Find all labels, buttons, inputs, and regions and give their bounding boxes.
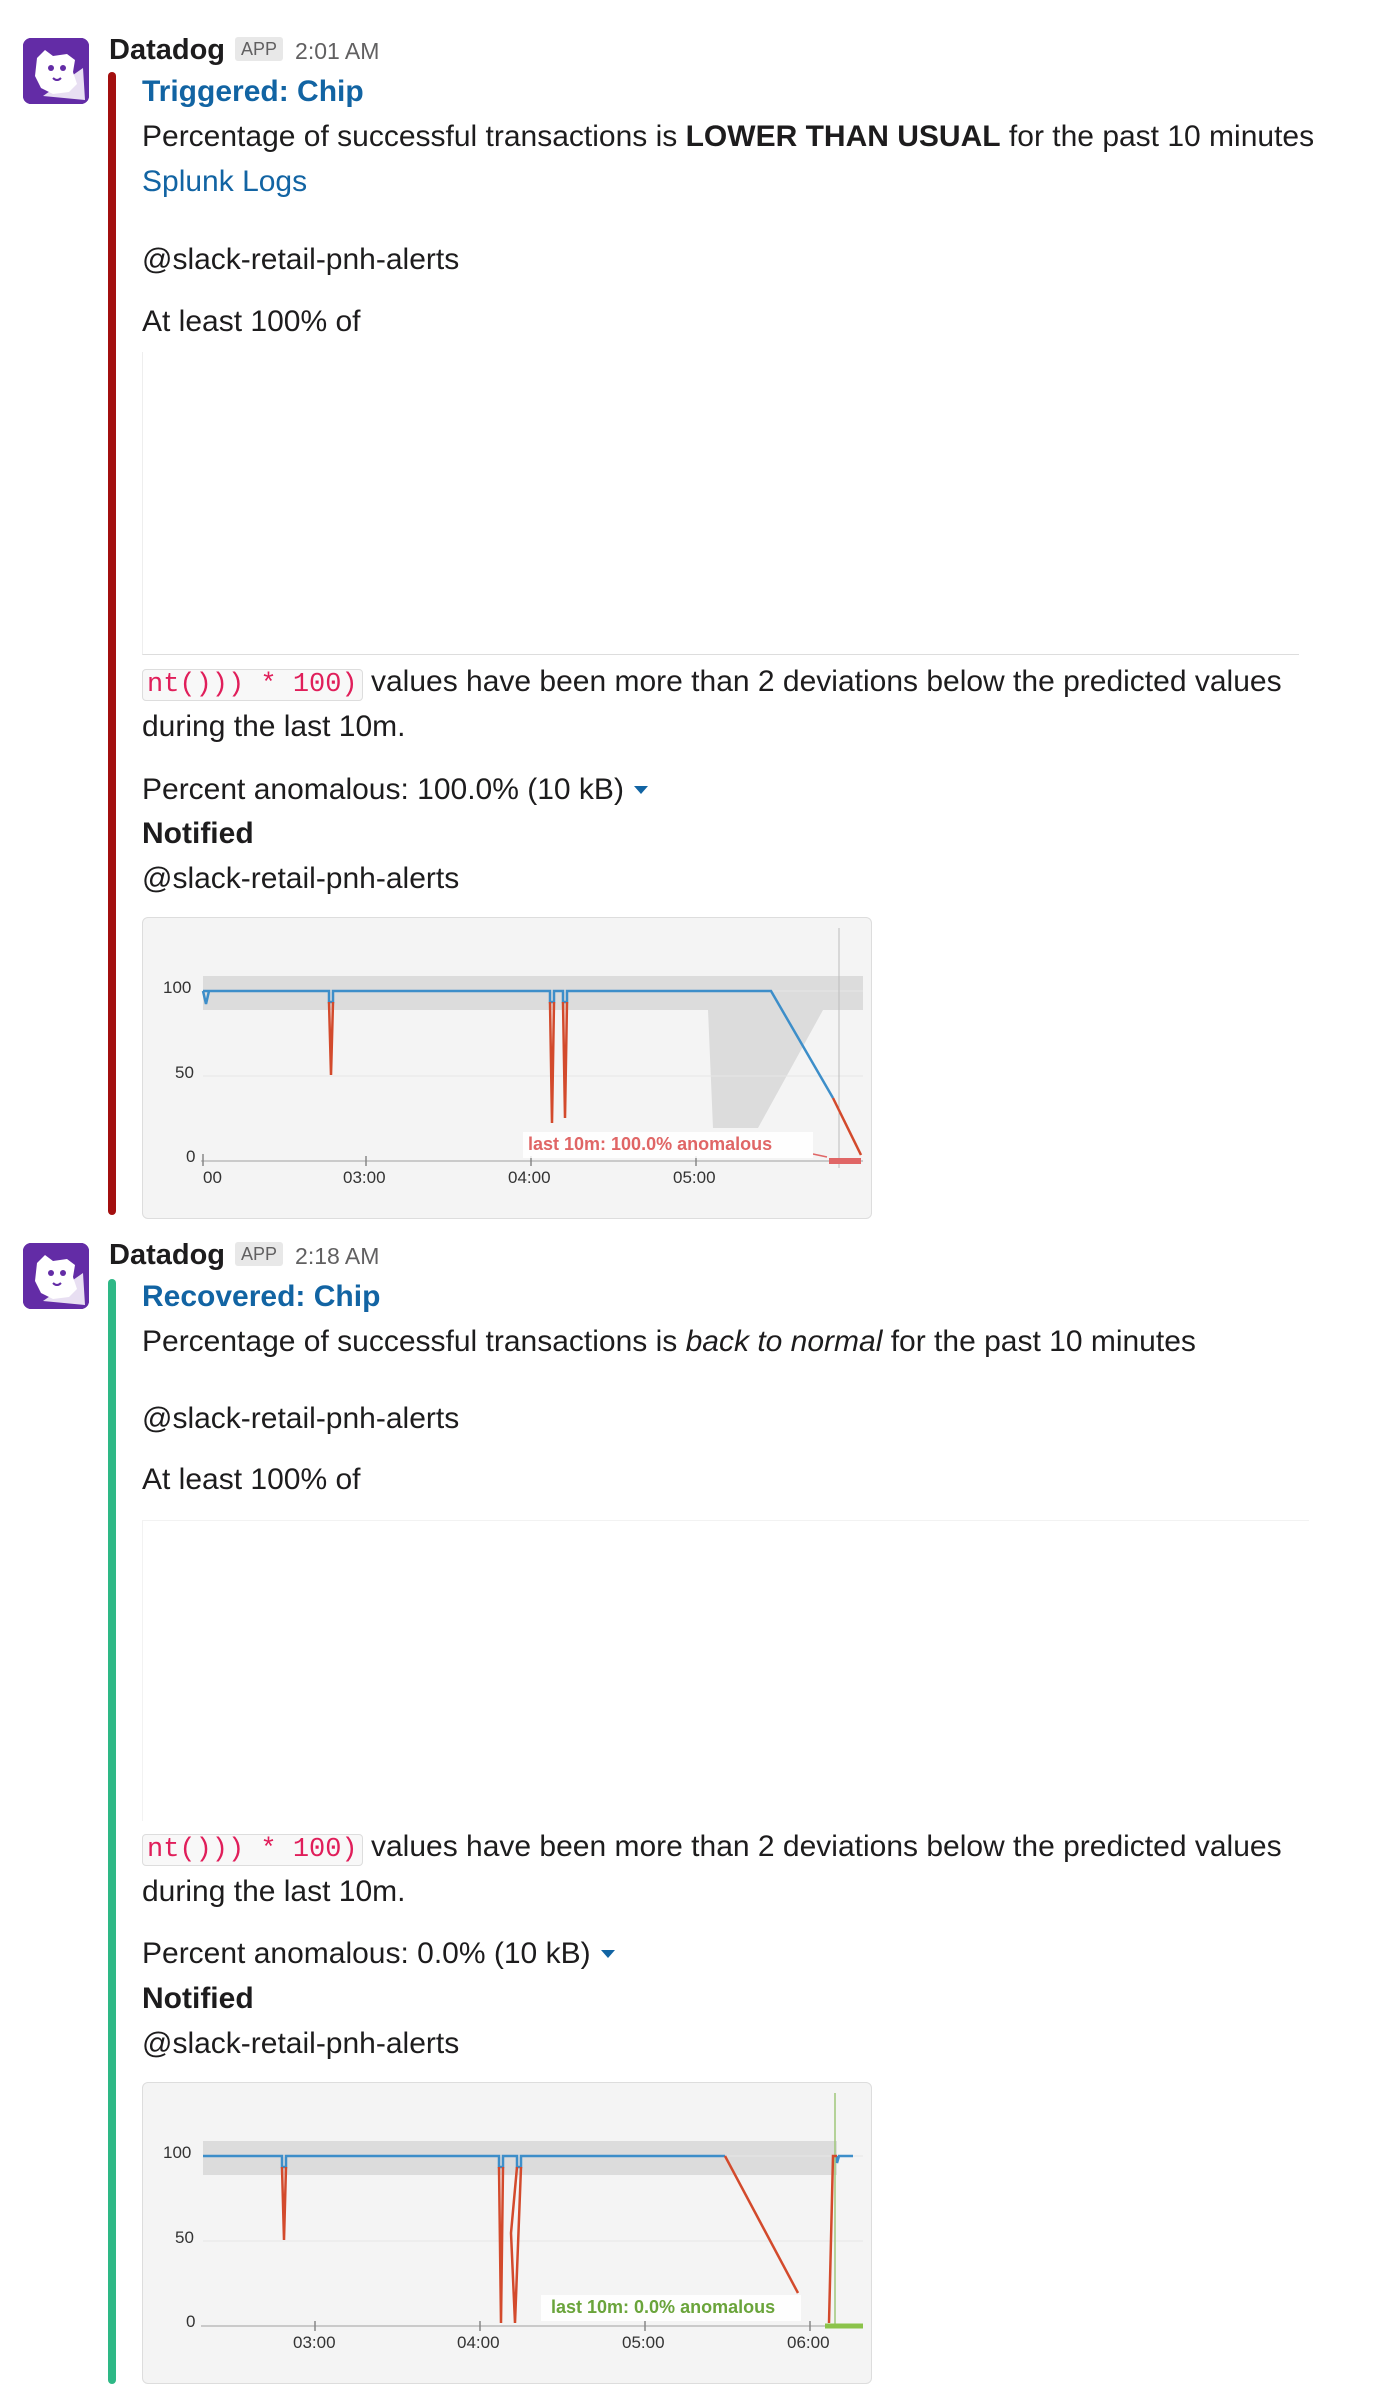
expand-caret-icon[interactable] [633, 786, 648, 794]
expand-caret-icon[interactable] [600, 1950, 615, 1958]
alert-summary: Percentage of successful transactions is… [142, 120, 1315, 153]
deviation-text-cont: during the last 10m. [142, 710, 406, 743]
y-tick-50: 50 [175, 2228, 194, 2247]
alert-summary: Percentage of successful transactions is… [142, 1325, 1196, 1358]
datadog-avatar[interactable] [23, 1243, 89, 1309]
x-tick-2: 03:00 [343, 1168, 386, 1187]
query-code: nt())) * 100) [142, 1834, 363, 1866]
x-tick-4: 05:00 [673, 1168, 716, 1187]
notified-mention[interactable]: @slack-retail-pnh-alerts [142, 2027, 459, 2060]
anomaly-annotation: last 10m: 100.0% anomalous [528, 1134, 773, 1154]
x-tick-1: 03:00 [293, 2333, 336, 2352]
message-recovered: Datadog APP 2:18 AM Recovered: Chip Percen… [0, 1215, 1396, 2388]
y-tick-50: 50 [175, 1063, 194, 1082]
percent-anomalous: Percent anomalous: 0.0% (10 kB) [142, 1937, 591, 1970]
deviation-text: nt())) * 100) values have been more than… [142, 1825, 1282, 1872]
splunk-logs-link[interactable]: Splunk Logs [142, 165, 307, 198]
deviation-text-cont: during the last 10m. [142, 1875, 406, 1908]
query-code-block-blank [142, 352, 1299, 655]
attachment-status-bar [108, 1279, 116, 2384]
mention-channel[interactable]: @slack-retail-pnh-alerts [142, 1402, 459, 1435]
at-least-text: At least 100% of [142, 1463, 361, 1496]
x-tick-3: 05:00 [622, 2333, 665, 2352]
at-least-text: At least 100% of [142, 305, 361, 338]
alert-title-link[interactable]: Recovered: Chip [142, 1280, 380, 1313]
anomaly-annotation: last 10m: 0.0% anomalous [551, 2297, 776, 2317]
percent-anomalous: Percent anomalous: 100.0% (10 kB) [142, 773, 624, 806]
alert-title-link[interactable]: Triggered: Chip [142, 75, 364, 108]
deviation-text: nt())) * 100) values have been more than… [142, 660, 1282, 707]
notified-label: Notified [142, 1982, 254, 2015]
query-code: nt())) * 100) [142, 669, 363, 701]
attachment-status-bar [108, 72, 116, 1215]
x-tick-2: 04:00 [457, 2333, 500, 2352]
datadog-dog-logo-icon [23, 1243, 89, 1309]
datadog-dog-logo-icon [23, 38, 89, 104]
query-code-block-blank [142, 1520, 1309, 1821]
mention-channel[interactable]: @slack-retail-pnh-alerts [142, 243, 459, 276]
y-tick-100: 100 [163, 978, 192, 997]
message-triggered: Datadog APP 2:01 AM Triggered: Chip Percen… [0, 0, 1396, 1219]
notified-label: Notified [142, 817, 254, 850]
notified-mention[interactable]: @slack-retail-pnh-alerts [142, 862, 459, 895]
x-tick-4: 06:00 [787, 2333, 830, 2352]
y-tick-0: 0 [186, 1147, 196, 1166]
datadog-avatar[interactable] [23, 38, 89, 104]
x-tick-1: 00 [203, 1168, 222, 1187]
x-tick-3: 04:00 [508, 1168, 551, 1187]
y-tick-100: 100 [163, 2143, 192, 2162]
y-tick-0: 0 [186, 2312, 196, 2331]
anomaly-graph[interactable]: 100 50 0 03:00 04:00 05:00 06:00 last 10… [142, 2082, 872, 2384]
anomaly-graph[interactable]: 100 50 0 00 03:00 04:00 05:00 last 10m: … [142, 917, 872, 1219]
